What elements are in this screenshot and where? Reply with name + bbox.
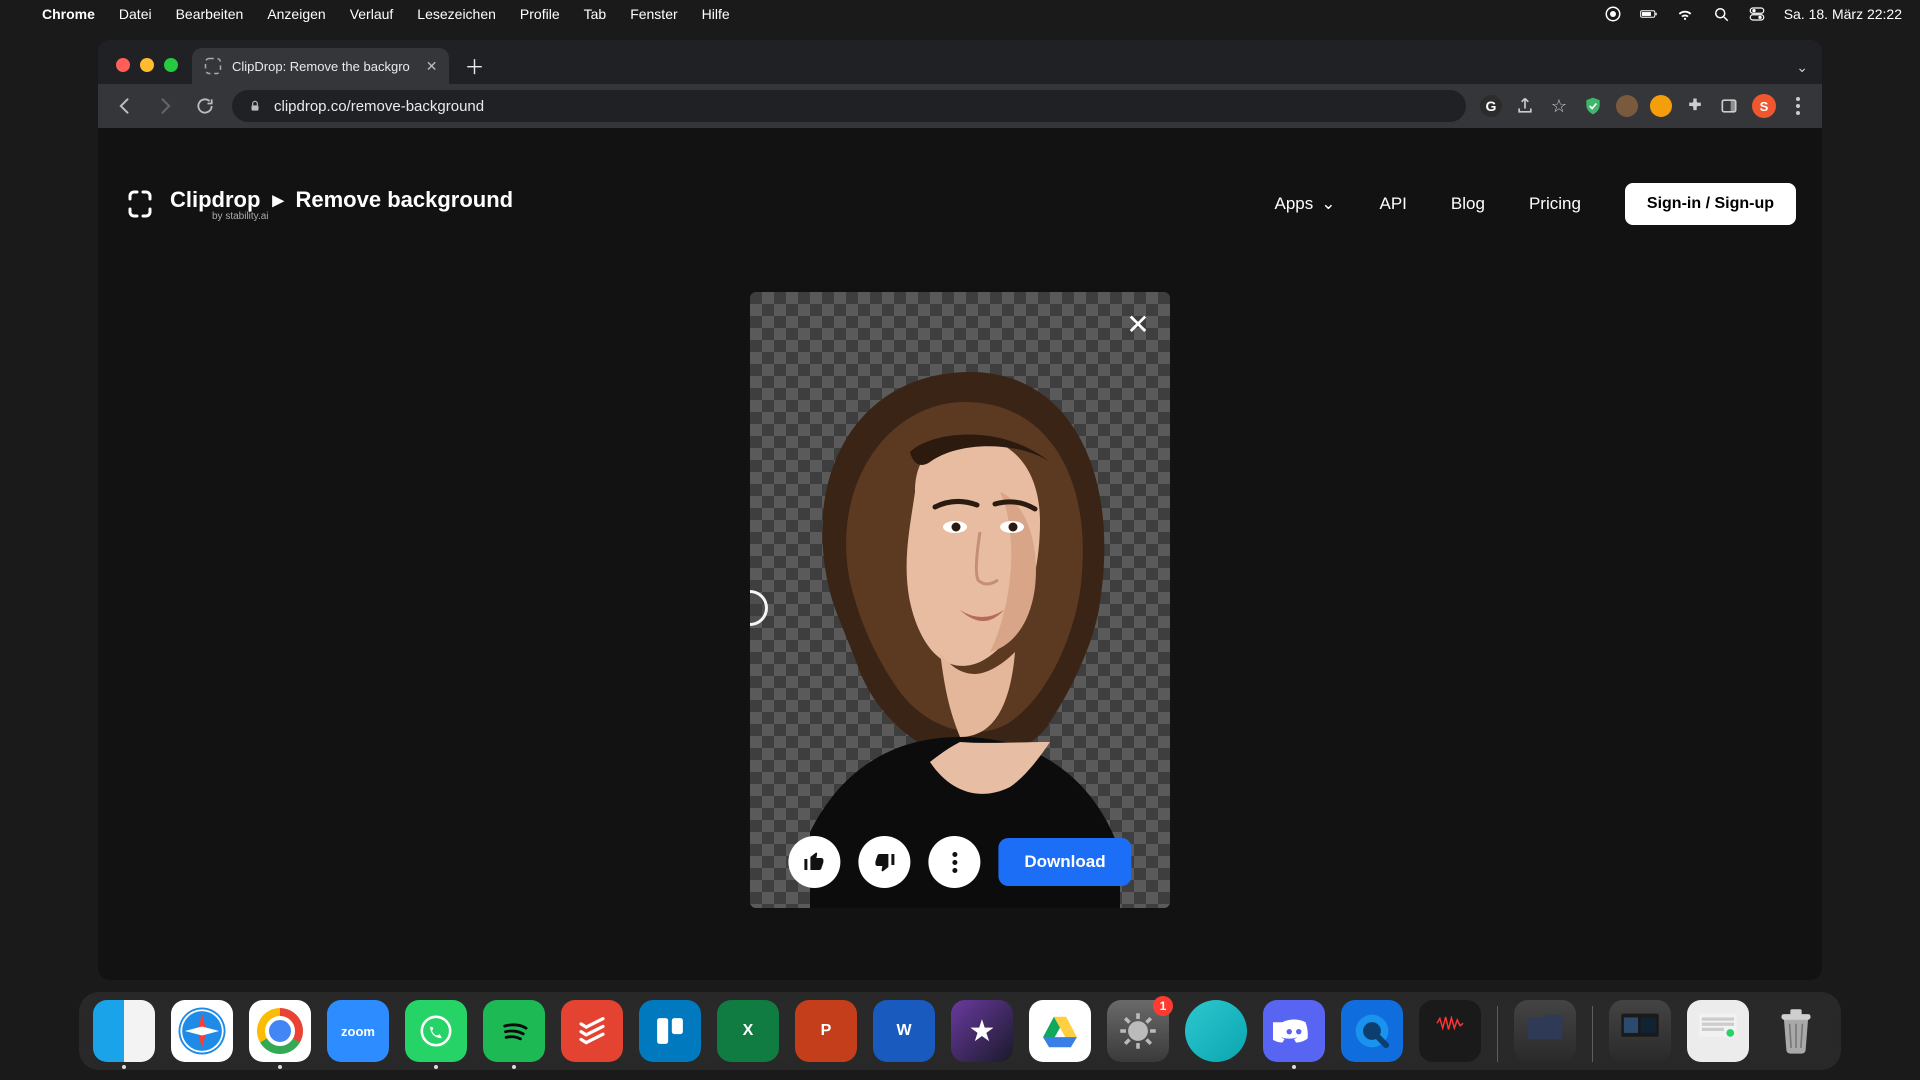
thumbs-up-button[interactable] [788, 836, 840, 888]
dock-discord[interactable] [1263, 1000, 1325, 1062]
window-controls [112, 58, 186, 84]
menubar-item-bearbeiten[interactable]: Bearbeiten [176, 6, 244, 22]
dock-powerpoint[interactable]: P [795, 1000, 857, 1062]
menubar-item-anzeigen[interactable]: Anzeigen [267, 6, 325, 22]
fullscreen-window-button[interactable] [164, 58, 178, 72]
dock-minimized-window-1[interactable] [1609, 1000, 1671, 1062]
settings-badge: 1 [1153, 996, 1173, 1016]
breadcrumb-sep-icon: ▸ [272, 187, 283, 213]
result-image-card[interactable]: ✕ [750, 292, 1170, 908]
brand-tagline: by stability.ai [212, 211, 513, 222]
macos-dock: zoom X P W ★ 1 [79, 992, 1841, 1070]
search-icon[interactable] [1712, 5, 1730, 23]
result-action-bar: Download [788, 836, 1131, 888]
dock-separator [1497, 1006, 1498, 1062]
menubar-item-datei[interactable]: Datei [119, 6, 152, 22]
dock-quicktime[interactable] [1341, 1000, 1403, 1062]
site-top-gap [98, 128, 1822, 174]
brand-name: Clipdrop [170, 187, 260, 213]
chrome-menu-icon[interactable] [1788, 97, 1808, 115]
url-text: clipdrop.co/remove-background [274, 98, 484, 115]
menubar-item-hilfe[interactable]: Hilfe [702, 6, 730, 22]
dock-todoist[interactable] [561, 1000, 623, 1062]
favicon-icon [204, 57, 222, 75]
cutout-portrait [750, 292, 1170, 908]
menubar-item-fenster[interactable]: Fenster [630, 6, 677, 22]
more-icon [952, 852, 957, 873]
toolbar-right: G ☆ S [1480, 94, 1808, 118]
nav-blog[interactable]: Blog [1451, 194, 1485, 214]
nav-pricing[interactable]: Pricing [1529, 194, 1581, 214]
tabs-dropdown-icon[interactable]: ⌄ [1796, 59, 1808, 76]
site-header: Clipdrop ▸ Remove background by stabilit… [98, 174, 1822, 234]
lock-icon [248, 99, 262, 113]
tab-strip: ClipDrop: Remove the backgro ✕ ＋ ⌄ [98, 40, 1822, 84]
dock-excel[interactable]: X [717, 1000, 779, 1062]
macos-menu-bar: Chrome Datei Bearbeiten Anzeigen Verlauf… [0, 0, 1920, 28]
menubar-app-name[interactable]: Chrome [42, 6, 95, 22]
sidepanel-icon[interactable] [1718, 95, 1740, 117]
menubar-item-tab[interactable]: Tab [584, 6, 607, 22]
screenrecord-icon[interactable] [1604, 5, 1622, 23]
menubar-clock[interactable]: Sa. 18. März 22:22 [1784, 6, 1902, 22]
dock-safari[interactable] [171, 1000, 233, 1062]
nav-apps-label: Apps [1275, 194, 1314, 214]
extensions-puzzle-icon[interactable] [1684, 95, 1706, 117]
site-nav: Apps ⌄ API Blog Pricing Sign-in / Sign-u… [1275, 183, 1797, 225]
wifi-icon[interactable] [1676, 5, 1694, 23]
dock-chrome[interactable] [249, 1000, 311, 1062]
tab-title: ClipDrop: Remove the backgro [232, 59, 410, 74]
clipdrop-logo-icon [124, 188, 156, 220]
extension-orange-icon[interactable] [1650, 95, 1672, 117]
new-tab-button[interactable]: ＋ [459, 50, 489, 80]
dock-voice-memos[interactable] [1419, 1000, 1481, 1062]
google-icon[interactable]: G [1480, 95, 1502, 117]
dock-whatsapp[interactable] [405, 1000, 467, 1062]
address-bar[interactable]: clipdrop.co/remove-background [232, 90, 1466, 122]
dock-trello[interactable] [639, 1000, 701, 1062]
dock-spotify[interactable] [483, 1000, 545, 1062]
browser-toolbar: clipdrop.co/remove-background G ☆ S [98, 84, 1822, 128]
nav-apps[interactable]: Apps ⌄ [1275, 194, 1336, 214]
dock-word[interactable]: W [873, 1000, 935, 1062]
thumbs-down-button[interactable] [858, 836, 910, 888]
tab-close-icon[interactable]: ✕ [426, 58, 438, 75]
share-icon[interactable] [1514, 95, 1536, 117]
close-window-button[interactable] [116, 58, 130, 72]
dock-recent-folder[interactable] [1514, 1000, 1576, 1062]
dock-finder[interactable] [93, 1000, 155, 1062]
dock-minimized-window-2[interactable] [1687, 1000, 1749, 1062]
menubar-item-profile[interactable]: Profile [520, 6, 560, 22]
dock-trash[interactable] [1765, 1000, 1827, 1062]
dock-app-cyan[interactable] [1185, 1000, 1247, 1062]
signin-button[interactable]: Sign-in / Sign-up [1625, 183, 1796, 225]
dock-imovie[interactable]: ★ [951, 1000, 1013, 1062]
dock-separator-2 [1592, 1006, 1593, 1062]
download-button[interactable]: Download [998, 838, 1131, 886]
chevron-down-icon: ⌄ [1321, 194, 1335, 214]
extension-shield-icon[interactable] [1582, 95, 1604, 117]
dock-zoom[interactable]: zoom [327, 1000, 389, 1062]
page-title: Remove background [295, 187, 513, 213]
battery-icon[interactable] [1640, 5, 1658, 23]
bookmark-star-icon[interactable]: ☆ [1548, 95, 1570, 117]
extension-brown-icon[interactable] [1616, 95, 1638, 117]
more-options-button[interactable] [928, 836, 980, 888]
nav-api[interactable]: API [1380, 194, 1407, 214]
browser-tab[interactable]: ClipDrop: Remove the backgro ✕ [192, 48, 449, 84]
dock-google-drive[interactable] [1029, 1000, 1091, 1062]
profile-avatar[interactable]: S [1752, 94, 1776, 118]
back-button[interactable] [112, 93, 138, 119]
close-icon[interactable]: ✕ [1120, 306, 1156, 342]
dock-system-settings[interactable]: 1 [1107, 1000, 1169, 1062]
menubar-item-verlauf[interactable]: Verlauf [350, 6, 394, 22]
brand-block[interactable]: Clipdrop ▸ Remove background by stabilit… [124, 187, 513, 222]
forward-button[interactable] [152, 93, 178, 119]
menubar-item-lesezeichen[interactable]: Lesezeichen [417, 6, 496, 22]
reload-button[interactable] [192, 93, 218, 119]
content-area: ✕ [98, 234, 1822, 980]
minimize-window-button[interactable] [140, 58, 154, 72]
control-center-icon[interactable] [1748, 5, 1766, 23]
chrome-window: ClipDrop: Remove the backgro ✕ ＋ ⌄ clipd… [98, 40, 1822, 980]
